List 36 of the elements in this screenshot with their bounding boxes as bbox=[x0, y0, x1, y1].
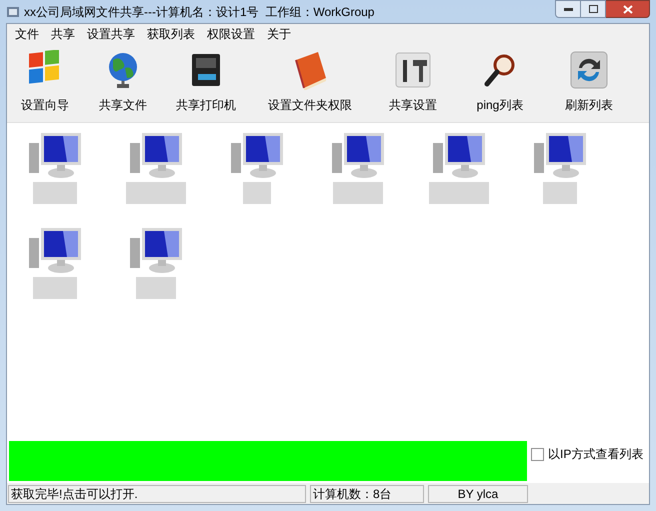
toolbar-button[interactable]: 刷新列表 bbox=[545, 50, 633, 114]
menu-item[interactable]: 文件 bbox=[9, 25, 45, 43]
toolbar-button[interactable]: ping列表 bbox=[455, 50, 545, 114]
window-title: xx公司局域网文件共享---计算机名：设计1号 工作组：WorkGroup bbox=[24, 4, 374, 20]
computer-icon[interactable] bbox=[128, 131, 184, 179]
maximize-icon bbox=[588, 5, 598, 13]
status-panel: BY ylca bbox=[428, 484, 528, 502]
minimize-button[interactable] bbox=[555, 0, 581, 18]
computer-icon[interactable] bbox=[128, 226, 184, 274]
menu-item[interactable]: 共享 bbox=[45, 25, 81, 43]
refresh-icon bbox=[569, 50, 609, 90]
checkbox-label: 以IP方式查看列表 bbox=[548, 446, 644, 463]
menu-item[interactable]: 权限设置 bbox=[201, 25, 261, 43]
checkbox[interactable] bbox=[531, 448, 544, 460]
toolbar-button[interactable]: 设置向导 bbox=[7, 50, 83, 114]
toolbar-button[interactable]: 共享文件 bbox=[83, 50, 163, 114]
computer-icon[interactable] bbox=[229, 131, 285, 179]
toolbar-button[interactable]: 共享设置 bbox=[371, 50, 455, 114]
computer-icon[interactable] bbox=[27, 131, 83, 179]
close-button[interactable] bbox=[606, 0, 650, 18]
status-panel: 计算机数：8台 bbox=[310, 484, 424, 502]
tools-icon bbox=[393, 50, 433, 90]
menu-item[interactable]: 获取列表 bbox=[141, 25, 201, 43]
status-panel: 获取完毕!点击可以打开. bbox=[8, 484, 306, 502]
computer-icon[interactable] bbox=[532, 131, 588, 179]
computer-icon[interactable] bbox=[330, 131, 386, 179]
menu-item[interactable]: 关于 bbox=[261, 25, 297, 43]
toolbar-button[interactable]: 设置文件夹权限 bbox=[249, 50, 371, 114]
menu-item[interactable]: 设置共享 bbox=[81, 25, 141, 43]
minimize-icon bbox=[564, 8, 572, 10]
maximize-button[interactable] bbox=[581, 0, 606, 18]
toolbar-button[interactable]: 共享打印机 bbox=[163, 50, 249, 114]
app-icon bbox=[6, 4, 20, 18]
computer-icon[interactable] bbox=[431, 131, 487, 179]
close-icon bbox=[622, 4, 632, 14]
computer-icon[interactable] bbox=[27, 226, 83, 274]
